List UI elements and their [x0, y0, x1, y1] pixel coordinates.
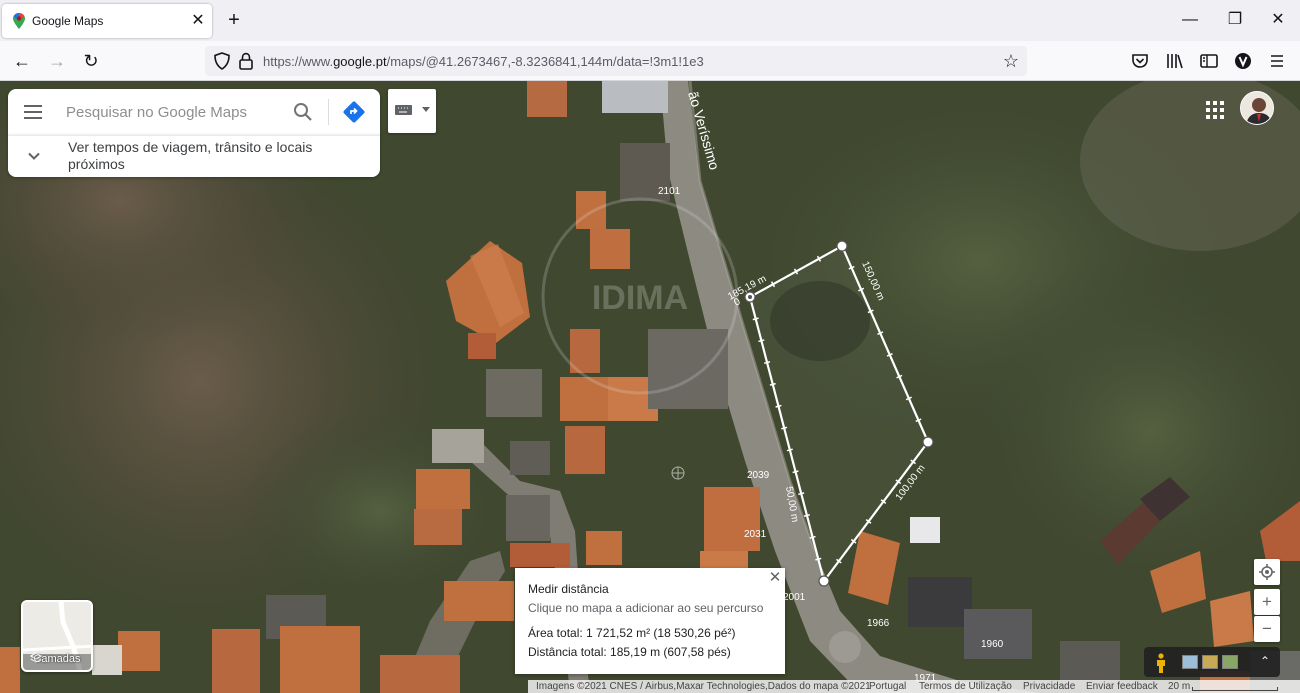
crosshair-icon: [671, 466, 685, 480]
measure-point[interactable]: [922, 436, 934, 448]
feedback-link[interactable]: Enviar feedback: [1086, 680, 1158, 693]
layers-label: Camadas: [33, 653, 81, 665]
zoom-in-button[interactable]: +: [1254, 589, 1280, 615]
browser-tab-bar: Google Maps ✕ + — ❐ ✕: [0, 0, 1300, 41]
extension-v-icon[interactable]: [1232, 50, 1254, 72]
house-number-2031: 2031: [744, 529, 767, 540]
maximize-button[interactable]: ❐: [1220, 8, 1250, 32]
close-window-button[interactable]: ✕: [1263, 8, 1293, 32]
street-view-strip: ⌃: [1144, 647, 1280, 677]
pegman-icon[interactable]: [1154, 653, 1168, 673]
zoom-out-button[interactable]: −: [1254, 616, 1280, 642]
url-text[interactable]: https://www.google.pt/maps/@41.2673467,-…: [263, 54, 704, 69]
house-number-1966: 1966: [867, 618, 890, 629]
library-icon[interactable]: [1164, 50, 1186, 72]
photo-thumbnail[interactable]: [1202, 655, 1218, 669]
search-divider: [328, 99, 329, 125]
sidebar-icon[interactable]: [1198, 50, 1220, 72]
photo-thumbnail[interactable]: [1182, 655, 1198, 669]
photo-thumbnail[interactable]: [1222, 655, 1238, 669]
close-icon[interactable]: ✕: [767, 570, 783, 586]
search-input[interactable]: [66, 100, 286, 124]
url-prefix: https://www.: [263, 54, 334, 69]
measure-title: Medir distância: [528, 582, 609, 596]
account-avatar[interactable]: [1240, 91, 1274, 125]
menu-icon[interactable]: [22, 102, 44, 122]
search-box: [8, 89, 380, 135]
map-canvas[interactable]: IDIMA ão Veríssimo 2101 2039 2031 2001 1…: [0, 81, 1300, 693]
nearby-text[interactable]: Ver tempos de viagem, trânsito e locais …: [68, 139, 358, 173]
watermark-text: IDIMA: [592, 279, 688, 317]
tab-google-maps[interactable]: Google Maps ✕: [2, 4, 212, 38]
measure-distance-card: Medir distância Clique no mapa a adicion…: [515, 568, 785, 674]
google-apps-icon[interactable]: [1204, 99, 1226, 121]
scale-bar[interactable]: [1192, 687, 1278, 691]
search-icon[interactable]: [292, 101, 314, 123]
measure-point[interactable]: [836, 240, 848, 252]
scale-label[interactable]: 20 m: [1168, 680, 1190, 693]
forward-button[interactable]: →: [45, 49, 69, 73]
imagery-attribution: Imagens ©2021 CNES / Airbus,Maxar Techno…: [536, 681, 871, 692]
house-number-2101: 2101: [658, 186, 681, 197]
layers-button[interactable]: Camadas: [21, 600, 93, 672]
lock-icon[interactable]: [238, 52, 254, 70]
measure-total-area: Área total: 1 721,52 m² (18 530,26 pé²): [528, 626, 736, 640]
url-domain: google.pt: [333, 54, 387, 69]
tracking-shield-icon[interactable]: [213, 52, 231, 70]
terms-link[interactable]: Termos de Utilização: [919, 680, 1012, 693]
reload-button[interactable]: ↻: [79, 49, 103, 73]
privacy-link[interactable]: Privacidade: [1023, 680, 1075, 693]
app-menu-icon[interactable]: [1266, 50, 1288, 72]
directions-icon[interactable]: [342, 100, 366, 124]
country-link[interactable]: Portugal: [869, 680, 906, 693]
measure-hint: Clique no mapa a adicionar ao seu percur…: [528, 601, 764, 615]
input-tools-button[interactable]: [388, 89, 436, 133]
bookmark-star-icon[interactable]: ☆: [1001, 51, 1021, 71]
minimize-button[interactable]: —: [1175, 8, 1205, 32]
chevron-down-icon[interactable]: [26, 148, 42, 164]
house-number-1960: 1960: [981, 639, 1004, 650]
pocket-icon[interactable]: [1129, 50, 1151, 72]
house-number-2039: 2039: [747, 470, 770, 481]
new-tab-button[interactable]: +: [222, 8, 246, 32]
keyboard-icon: [395, 105, 412, 115]
measure-point[interactable]: [818, 575, 830, 587]
tab-title: Google Maps: [32, 14, 104, 28]
caret-down-icon: [422, 107, 430, 112]
my-location-button[interactable]: [1254, 559, 1280, 585]
url-bar[interactable]: https://www.google.pt/maps/@41.2673467,-…: [205, 46, 1027, 76]
measure-total-distance: Distância total: 185,19 m (607,58 pés): [528, 645, 731, 659]
nearby-panel[interactable]: Ver tempos de viagem, trânsito e locais …: [8, 135, 380, 177]
map-footer: Imagens ©2021 CNES / Airbus,Maxar Techno…: [528, 680, 1300, 693]
house-number-2001: 2001: [783, 592, 806, 603]
my-location-icon: [1259, 564, 1275, 580]
chevron-up-icon[interactable]: ⌃: [1260, 653, 1270, 669]
google-maps-pin-icon: [13, 13, 25, 29]
tab-close-icon[interactable]: ✕: [188, 11, 208, 31]
url-path: /maps/@41.2673467,-8.3236841,144m/data=!…: [386, 54, 704, 69]
browser-nav-bar: ← → ↻ https://www.google.pt/maps/@41.267…: [0, 41, 1300, 81]
back-button[interactable]: ←: [10, 49, 34, 73]
